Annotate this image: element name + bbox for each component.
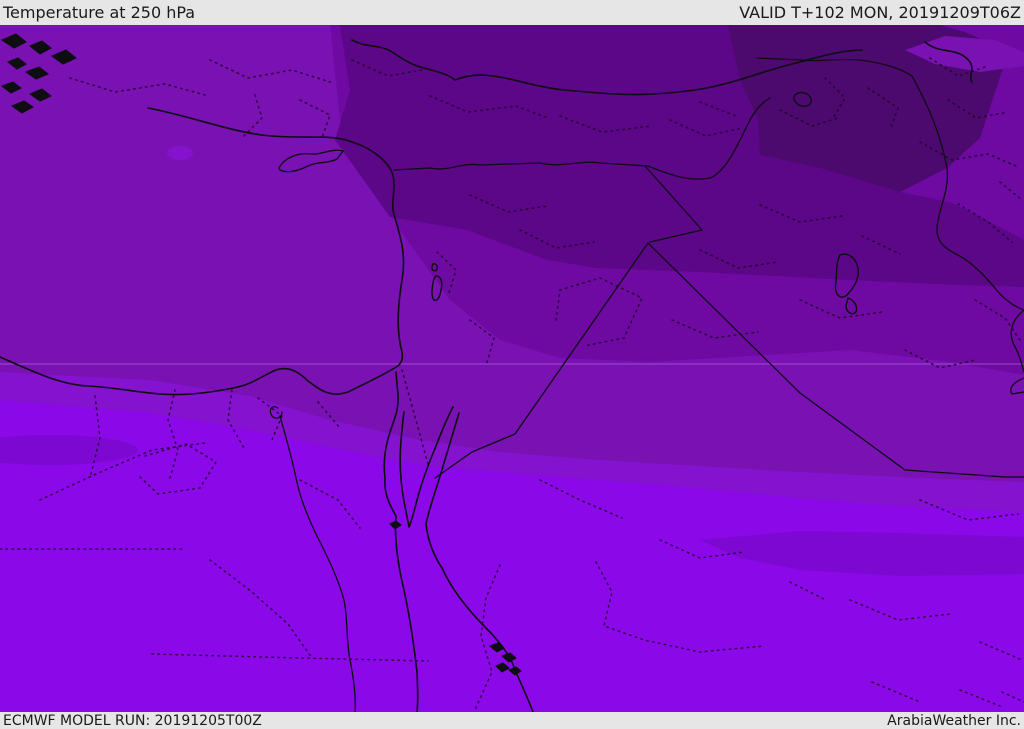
temperature-map-svg	[0, 25, 1024, 712]
credit-label: ArabiaWeather Inc.	[887, 712, 1021, 729]
weather-map-app: Temperature at 250 hPa VALID T+102 MON, …	[0, 0, 1024, 729]
header-bar: Temperature at 250 hPa VALID T+102 MON, …	[0, 0, 1024, 25]
map-title: Temperature at 250 hPa	[3, 3, 196, 22]
temperature-bands	[0, 25, 1024, 712]
footer-bar: ECMWF MODEL RUN: 20191205T00Z ArabiaWeat…	[0, 712, 1024, 729]
map-canvas	[0, 25, 1024, 712]
valid-time-label: VALID T+102 MON, 20191209T06Z	[739, 3, 1021, 22]
model-run-label: ECMWF MODEL RUN: 20191205T00Z	[3, 712, 262, 729]
band-mild-spot	[167, 146, 193, 160]
